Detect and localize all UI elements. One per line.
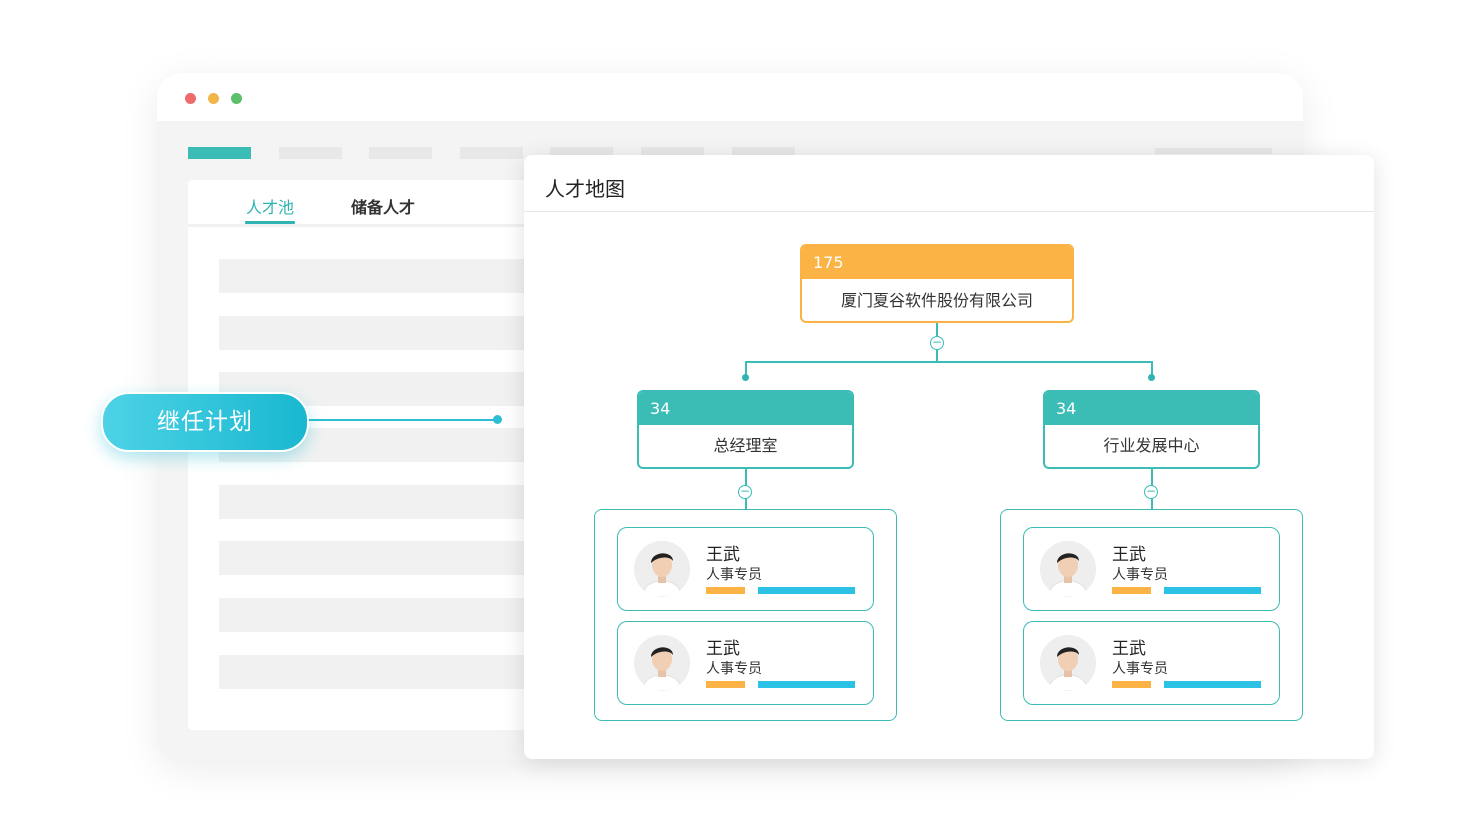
rating-bar-blue [758, 681, 855, 688]
org-node-count: 34 [1045, 392, 1258, 425]
nav-item-active[interactable] [188, 147, 251, 159]
person-card[interactable]: 王武 人事专员 [1023, 527, 1280, 611]
nav-item[interactable] [279, 147, 342, 159]
minus-circle-icon[interactable]: − [738, 485, 752, 499]
person-name: 王武 [1112, 639, 1146, 659]
person-role: 人事专员 [706, 567, 762, 583]
rating-bar-blue [1164, 587, 1261, 594]
minus-circle-icon[interactable]: − [1144, 485, 1158, 499]
person-name: 王武 [706, 639, 740, 659]
person-card[interactable]: 王武 人事专员 [617, 621, 874, 705]
rating-bar-orange [1112, 587, 1151, 594]
org-node-name: 厦门夏谷软件股份有限公司 [840, 291, 1033, 310]
rating-bar-blue [1164, 681, 1261, 688]
person-avatar [1040, 541, 1096, 597]
talent-map-window: 人才地图 175 厦门夏谷软件股份有限公司 − 34 总经理室 − 34 行业发… [524, 155, 1374, 759]
org-node-root[interactable]: 175 厦门夏谷软件股份有限公司 [800, 244, 1074, 323]
rating-bar-orange [706, 681, 745, 688]
org-node-count: 34 [639, 392, 852, 425]
connector-line [745, 361, 1153, 363]
nav-item[interactable] [369, 147, 432, 159]
tab-talent-pool[interactable]: 人才池 [245, 196, 296, 226]
person-card[interactable]: 王武 人事专员 [617, 527, 874, 611]
connector-dot [1148, 374, 1155, 381]
callout-connector-dot [493, 415, 502, 424]
tab-reserve-talent[interactable]: 储备人才 [351, 196, 415, 226]
org-node-count: 175 [802, 246, 1072, 279]
connector-dot [742, 374, 749, 381]
rating-bar-orange [706, 587, 745, 594]
rating-bar-orange [1112, 681, 1151, 688]
minimize-window-dot[interactable] [208, 93, 219, 104]
rating-bar-blue [758, 587, 855, 594]
person-name: 王武 [706, 545, 740, 565]
tab-label: 储备人才 [351, 198, 416, 217]
succession-plan-callout[interactable]: 继任计划 [101, 392, 309, 452]
close-window-dot[interactable] [185, 93, 196, 104]
person-avatar [634, 635, 690, 691]
person-name: 王武 [1112, 545, 1146, 565]
person-role: 人事专员 [706, 661, 762, 677]
maximize-window-dot[interactable] [231, 93, 242, 104]
org-node-dept[interactable]: 34 行业发展中心 [1043, 390, 1260, 469]
person-card[interactable]: 王武 人事专员 [1023, 621, 1280, 705]
person-avatar [1040, 635, 1096, 691]
org-node-name: 总经理室 [713, 436, 778, 455]
nav-item[interactable] [460, 147, 523, 159]
person-avatar [634, 541, 690, 597]
person-role: 人事专员 [1112, 567, 1168, 583]
minus-circle-icon[interactable]: − [930, 336, 944, 350]
org-node-dept[interactable]: 34 总经理室 [637, 390, 854, 469]
nav-item-right[interactable] [1155, 148, 1272, 154]
callout-connector-line [305, 419, 498, 421]
window-titlebar [157, 73, 1303, 121]
people-group: 王武 人事专员 王武 人事专员 [1000, 509, 1303, 721]
people-group: 王武 人事专员 王武 人事专员 [594, 509, 897, 721]
tab-label: 人才池 [246, 198, 295, 217]
org-node-name: 行业发展中心 [1103, 436, 1200, 455]
talent-map-title: 人才地图 [545, 177, 625, 201]
person-role: 人事专员 [1112, 661, 1168, 677]
title-divider [524, 211, 1374, 212]
